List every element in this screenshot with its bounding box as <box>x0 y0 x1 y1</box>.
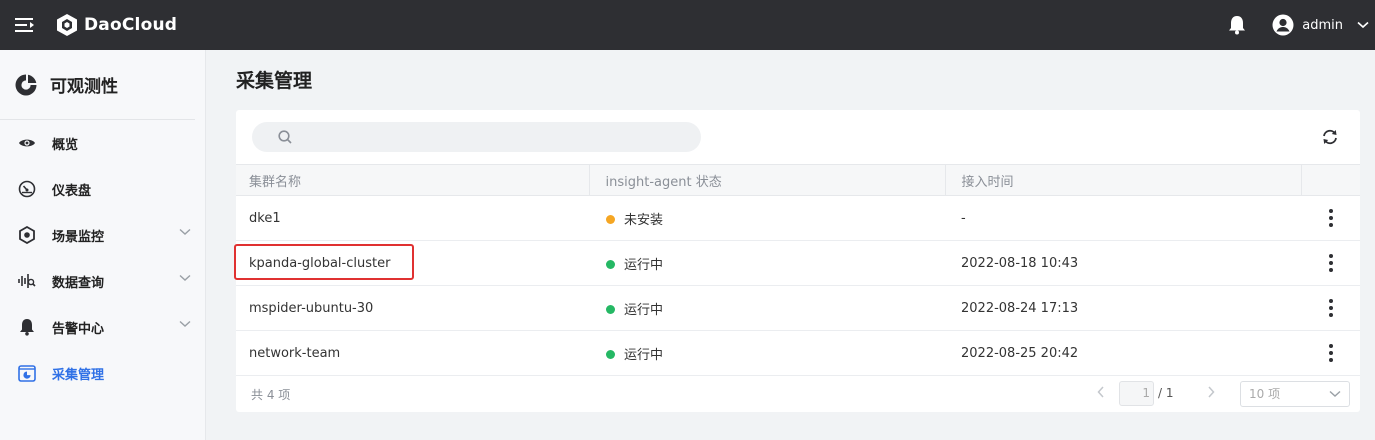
status-dot <box>606 304 615 314</box>
refresh-button[interactable] <box>1320 127 1340 147</box>
cluster-list-card: 集群名称 insight-agent 状态 接入时间 dke1 未安装 - kp… <box>236 110 1360 412</box>
chevron-down-icon <box>1329 390 1341 397</box>
chevron-down-icon <box>179 320 191 327</box>
row-actions <box>1301 240 1360 286</box>
collection-icon <box>17 363 37 383</box>
sidebar-item-collection-management[interactable]: 采集管理 <box>0 350 205 396</box>
table-row: mspider-ubuntu-30 运行中 2022-08-24 17:13 <box>236 285 1360 331</box>
access-time: 2022-08-25 20:42 <box>945 330 1301 376</box>
cluster-table: 集群名称 insight-agent 状态 接入时间 dke1 未安装 - kp… <box>236 164 1360 376</box>
sidebar-item-label: 数据查询 <box>52 275 105 291</box>
observability-icon <box>15 74 37 95</box>
gauge-icon <box>17 179 37 199</box>
module-header: 可观测性 <box>0 50 195 120</box>
access-time: 2022-08-18 10:43 <box>945 240 1301 286</box>
status-text: 运行中 <box>624 257 664 273</box>
sidebar-item-scenario-monitoring[interactable]: 场景监控 <box>0 212 205 258</box>
search-box[interactable] <box>252 122 701 152</box>
pagination-bar: 共 4 项 1 / 1 10 项 <box>236 376 1360 412</box>
menu-toggle-button[interactable] <box>0 0 50 50</box>
row-actions <box>1301 195 1360 241</box>
refresh-icon <box>1323 129 1337 145</box>
notifications-button[interactable] <box>1224 12 1250 38</box>
cluster-name[interactable]: kpanda-global-cluster <box>236 240 589 286</box>
bell-icon <box>1229 16 1246 35</box>
current-page-input[interactable]: 1 <box>1119 381 1154 406</box>
daocloud-logo-icon <box>57 14 77 36</box>
waveform-icon <box>17 271 37 291</box>
column-header-actions <box>1301 164 1360 196</box>
sidebar-nav: 概览 仪表盘 场景监控 数据查询 告警中心 采集管理 <box>0 120 205 396</box>
agent-status: 运行中 <box>589 240 945 286</box>
column-header-access-time[interactable]: 接入时间 <box>945 164 1302 196</box>
total-count: 共 4 项 <box>251 388 291 402</box>
more-actions-button[interactable] <box>1321 251 1341 275</box>
more-actions-button[interactable] <box>1321 296 1341 320</box>
status-text: 运行中 <box>624 302 664 318</box>
cluster-name[interactable]: dke1 <box>236 195 589 241</box>
page-title: 采集管理 <box>236 70 313 92</box>
status-dot <box>606 214 615 224</box>
brand-logo[interactable]: DaoCloud <box>56 13 177 37</box>
access-time: 2022-08-24 17:13 <box>945 285 1301 331</box>
sidebar: 可观测性 概览 仪表盘 场景监控 数据查询 告警中心 采集管理 <box>0 50 206 440</box>
sidebar-item-alert-center[interactable]: 告警中心 <box>0 304 205 350</box>
more-actions-button[interactable] <box>1321 206 1341 230</box>
sidebar-item-dashboard[interactable]: 仪表盘 <box>0 166 205 212</box>
chevron-down-icon <box>179 274 191 281</box>
cluster-name[interactable]: network-team <box>236 330 589 376</box>
cluster-name[interactable]: mspider-ubuntu-30 <box>236 285 589 331</box>
table-row: dke1 未安装 - <box>236 195 1360 241</box>
page-size-value: 10 项 <box>1249 387 1281 401</box>
sidebar-item-label: 仪表盘 <box>52 183 92 199</box>
page-size-select[interactable]: 10 项 <box>1240 381 1350 407</box>
bell-icon <box>17 317 37 337</box>
sidebar-item-label: 概览 <box>52 137 79 153</box>
hamburger-icon <box>15 18 34 32</box>
status-dot <box>606 259 615 269</box>
prev-page-button[interactable] <box>1096 385 1106 399</box>
sidebar-item-overview[interactable]: 概览 <box>0 120 205 166</box>
access-time: - <box>945 195 1301 241</box>
top-bar: DaoCloud admin <box>0 0 1375 50</box>
row-actions <box>1301 330 1360 376</box>
chevron-down-icon <box>179 228 191 235</box>
column-header-agent-status[interactable]: insight-agent 状态 <box>589 164 946 196</box>
brand-name: DaoCloud <box>84 15 178 35</box>
hexagon-icon <box>17 225 37 245</box>
eye-icon <box>17 133 37 153</box>
status-dot <box>606 349 615 359</box>
column-header-cluster-name[interactable]: 集群名称 <box>236 164 590 196</box>
table-row: kpanda-global-cluster 运行中 2022-08-18 10:… <box>236 240 1360 286</box>
username: admin <box>1302 17 1343 33</box>
chevron-down-icon <box>1357 21 1369 29</box>
search-icon <box>278 130 292 144</box>
agent-status: 运行中 <box>589 285 945 331</box>
avatar-icon <box>1272 14 1294 36</box>
next-page-button[interactable] <box>1206 385 1216 399</box>
agent-status: 未安装 <box>589 195 945 241</box>
status-text: 未安装 <box>624 212 664 228</box>
sidebar-item-label: 场景监控 <box>52 229 105 245</box>
user-menu[interactable]: admin <box>1272 14 1369 36</box>
table-row: network-team 运行中 2022-08-25 20:42 <box>236 330 1360 376</box>
sidebar-item-label: 采集管理 <box>52 367 105 383</box>
row-actions <box>1301 285 1360 331</box>
status-text: 运行中 <box>624 347 664 363</box>
module-title: 可观测性 <box>50 77 118 97</box>
sidebar-item-data-query[interactable]: 数据查询 <box>0 258 205 304</box>
sidebar-item-label: 告警中心 <box>52 321 105 337</box>
more-actions-button[interactable] <box>1321 341 1341 365</box>
page-total: / 1 <box>1158 386 1174 400</box>
agent-status: 运行中 <box>589 330 945 376</box>
table-header-row: 集群名称 insight-agent 状态 接入时间 <box>236 164 1360 196</box>
search-input[interactable] <box>292 129 692 145</box>
